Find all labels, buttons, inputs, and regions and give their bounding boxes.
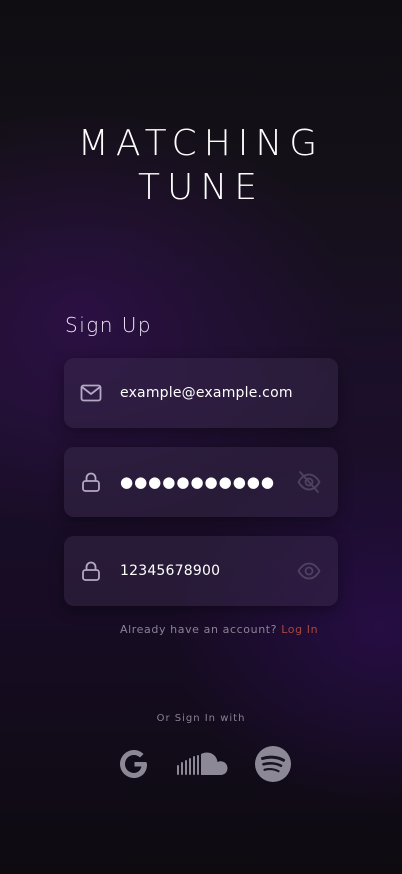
social-signin-label: Or Sign In with [156, 713, 246, 724]
google-icon [117, 747, 151, 785]
email-value[interactable]: example@example.com [120, 358, 293, 428]
lock-icon [79, 559, 103, 583]
password-field[interactable]: ●●●●●●●●●●● [64, 447, 338, 517]
login-prompt-text: Already have an account? [120, 623, 278, 636]
app-title-line-2: TUNE [137, 167, 264, 208]
password-value[interactable]: ●●●●●●●●●●● [120, 447, 275, 517]
lock-icon [79, 470, 103, 494]
soundcloud-icon [175, 749, 229, 783]
eye-icon[interactable] [296, 558, 322, 584]
app-title-line-1: MATCHING [77, 123, 325, 164]
spotify-icon [254, 745, 292, 787]
sign-up-heading: Sign Up [65, 313, 153, 337]
confirm-password-value[interactable]: 12345678900 [120, 536, 220, 606]
google-signin-button[interactable] [112, 744, 156, 788]
soundcloud-signin-button[interactable] [174, 744, 230, 788]
confirm-password-field[interactable]: 12345678900 [64, 536, 338, 606]
eye-off-icon[interactable] [296, 469, 322, 495]
spotify-signin-button[interactable] [251, 744, 295, 788]
email-field[interactable]: example@example.com [64, 358, 338, 428]
login-prompt: Already have an account? Log In [120, 623, 318, 636]
login-link[interactable]: Log In [281, 623, 318, 636]
mail-icon [79, 381, 103, 405]
